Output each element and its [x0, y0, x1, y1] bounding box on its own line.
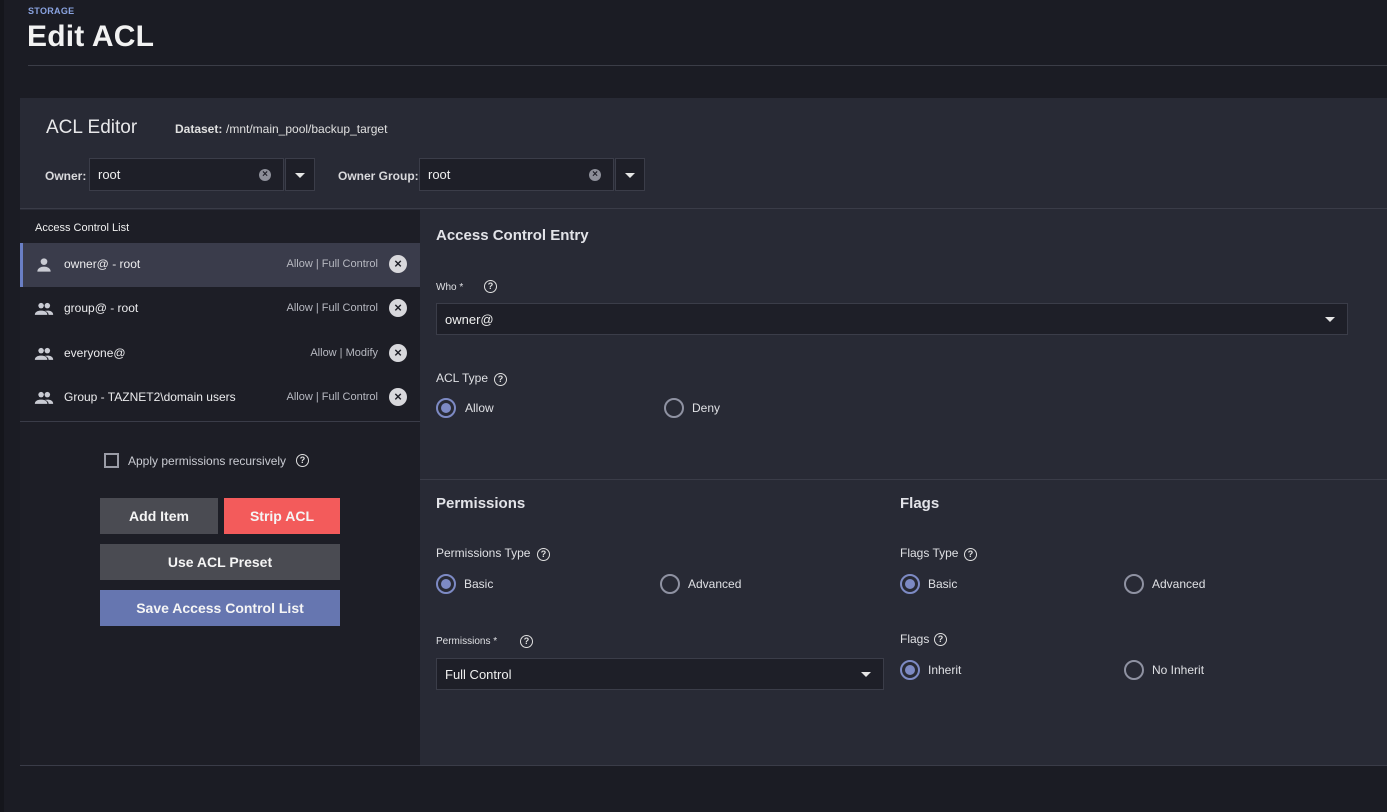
- acl-item-perm: Allow | Full Control: [286, 302, 379, 314]
- owner-group-value: root: [428, 167, 451, 182]
- acl-type-allow-radio[interactable]: [436, 398, 456, 418]
- owner-group-dropdown-button[interactable]: [615, 158, 645, 191]
- acl-list-pane: Access Control List owner@ - root Allow …: [20, 210, 420, 765]
- title-divider: [28, 65, 1387, 66]
- group-icon: [34, 391, 54, 404]
- owner-clear-icon[interactable]: ×: [259, 169, 271, 181]
- permissions-label: Permissions *: [436, 636, 498, 647]
- permissions-select[interactable]: Full Control: [436, 658, 884, 690]
- use-acl-preset-button[interactable]: Use ACL Preset: [100, 544, 340, 580]
- save-acl-button[interactable]: Save Access Control List: [100, 590, 340, 626]
- chevron-down-icon: [295, 173, 305, 178]
- acl-item-perm: Allow | Full Control: [286, 258, 379, 270]
- permissions-basic-radio[interactable]: [436, 574, 456, 594]
- permissions-type-label: Permissions Type: [436, 546, 531, 560]
- who-select[interactable]: owner@: [436, 303, 1348, 335]
- entry-title: Access Control Entry: [436, 227, 589, 244]
- chevron-down-icon: [861, 672, 871, 677]
- who-value: owner@: [445, 311, 494, 327]
- person-icon: [37, 258, 51, 272]
- editor-header: ACL Editor Dataset: /mnt/main_pool/backu…: [20, 98, 1387, 209]
- dataset-path: /mnt/main_pool/backup_target: [226, 122, 388, 136]
- who-label: Who *: [436, 282, 464, 293]
- page-title: Edit ACL: [27, 20, 155, 53]
- list-divider: [20, 421, 420, 422]
- section-divider: [420, 479, 1387, 480]
- acl-list-item[interactable]: everyone@ Allow | Modify ×: [20, 332, 420, 376]
- owner-group-label: Owner Group:: [338, 169, 419, 183]
- flags-type-label: Flags Type: [900, 546, 959, 560]
- breadcrumb[interactable]: STORAGE: [28, 6, 74, 16]
- add-item-button[interactable]: Add Item: [100, 498, 218, 534]
- group-icon: [34, 347, 54, 360]
- delete-entry-icon[interactable]: ×: [389, 388, 407, 406]
- apply-recursive-checkbox[interactable]: [104, 453, 119, 468]
- owner-value: root: [98, 167, 121, 182]
- bottom-divider: [20, 765, 1387, 766]
- left-rail: [0, 0, 4, 812]
- help-icon[interactable]: ?: [934, 633, 947, 646]
- flags-inherit-label[interactable]: Inherit: [928, 663, 961, 677]
- flags-inherit-radio[interactable]: [900, 660, 920, 680]
- owner-dropdown-button[interactable]: [285, 158, 315, 191]
- acl-item-name: group@ - root: [64, 301, 139, 315]
- acl-item-name: owner@ - root: [64, 257, 141, 271]
- help-icon[interactable]: ?: [296, 454, 309, 467]
- acl-item-perm: Allow | Modify: [310, 347, 378, 359]
- chevron-down-icon: [1325, 317, 1335, 322]
- owner-group-combobox[interactable]: root ×: [419, 158, 614, 191]
- owner-group-clear-icon[interactable]: ×: [589, 169, 601, 181]
- strip-acl-button[interactable]: Strip ACL: [224, 498, 340, 534]
- delete-entry-icon[interactable]: ×: [389, 344, 407, 362]
- acl-list-heading: Access Control List: [35, 222, 130, 234]
- chevron-down-icon: [625, 173, 635, 178]
- flags-no-inherit-label[interactable]: No Inherit: [1152, 663, 1204, 677]
- acl-item-perm: Allow | Full Control: [286, 391, 379, 403]
- owner-label: Owner:: [45, 169, 87, 183]
- permissions-basic-label[interactable]: Basic: [464, 577, 493, 591]
- editor-title: ACL Editor: [46, 117, 138, 138]
- acl-type-label: ACL Type: [436, 371, 489, 385]
- flags-no-inherit-radio[interactable]: [1124, 660, 1144, 680]
- acl-item-name: Group - TAZNET2\domain users: [64, 390, 236, 404]
- delete-entry-icon[interactable]: ×: [389, 255, 407, 273]
- flags-advanced-radio[interactable]: [1124, 574, 1144, 594]
- owner-combobox[interactable]: root ×: [89, 158, 284, 191]
- flags-label: Flags: [900, 632, 930, 646]
- help-icon[interactable]: ?: [537, 548, 550, 561]
- help-icon[interactable]: ?: [964, 548, 977, 561]
- help-icon[interactable]: ?: [494, 373, 507, 386]
- delete-entry-icon[interactable]: ×: [389, 299, 407, 317]
- acl-type-deny-radio[interactable]: [664, 398, 684, 418]
- acl-list-item[interactable]: Group - TAZNET2\domain users Allow | Ful…: [20, 376, 420, 420]
- flags-advanced-label[interactable]: Advanced: [1152, 577, 1205, 591]
- help-icon[interactable]: ?: [520, 635, 533, 648]
- permissions-title: Permissions: [436, 495, 526, 512]
- acl-item-name: everyone@: [64, 346, 126, 360]
- permissions-value: Full Control: [445, 666, 512, 682]
- flags-title: Flags: [900, 495, 940, 512]
- help-icon[interactable]: ?: [484, 280, 497, 293]
- dataset-label: Dataset:: [175, 122, 223, 136]
- acl-type-deny-label[interactable]: Deny: [692, 401, 720, 415]
- flags-basic-radio[interactable]: [900, 574, 920, 594]
- permissions-advanced-label[interactable]: Advanced: [688, 577, 741, 591]
- acl-type-allow-label[interactable]: Allow: [465, 401, 494, 415]
- acl-list-item[interactable]: owner@ - root Allow | Full Control ×: [20, 243, 420, 287]
- group-icon: [34, 302, 54, 315]
- acl-editor-card: ACL Editor Dataset: /mnt/main_pool/backu…: [20, 98, 1387, 765]
- apply-recursive-label[interactable]: Apply permissions recursively: [128, 454, 286, 468]
- acl-list-item[interactable]: group@ - root Allow | Full Control ×: [20, 287, 420, 331]
- permissions-advanced-radio[interactable]: [660, 574, 680, 594]
- flags-basic-label[interactable]: Basic: [928, 577, 957, 591]
